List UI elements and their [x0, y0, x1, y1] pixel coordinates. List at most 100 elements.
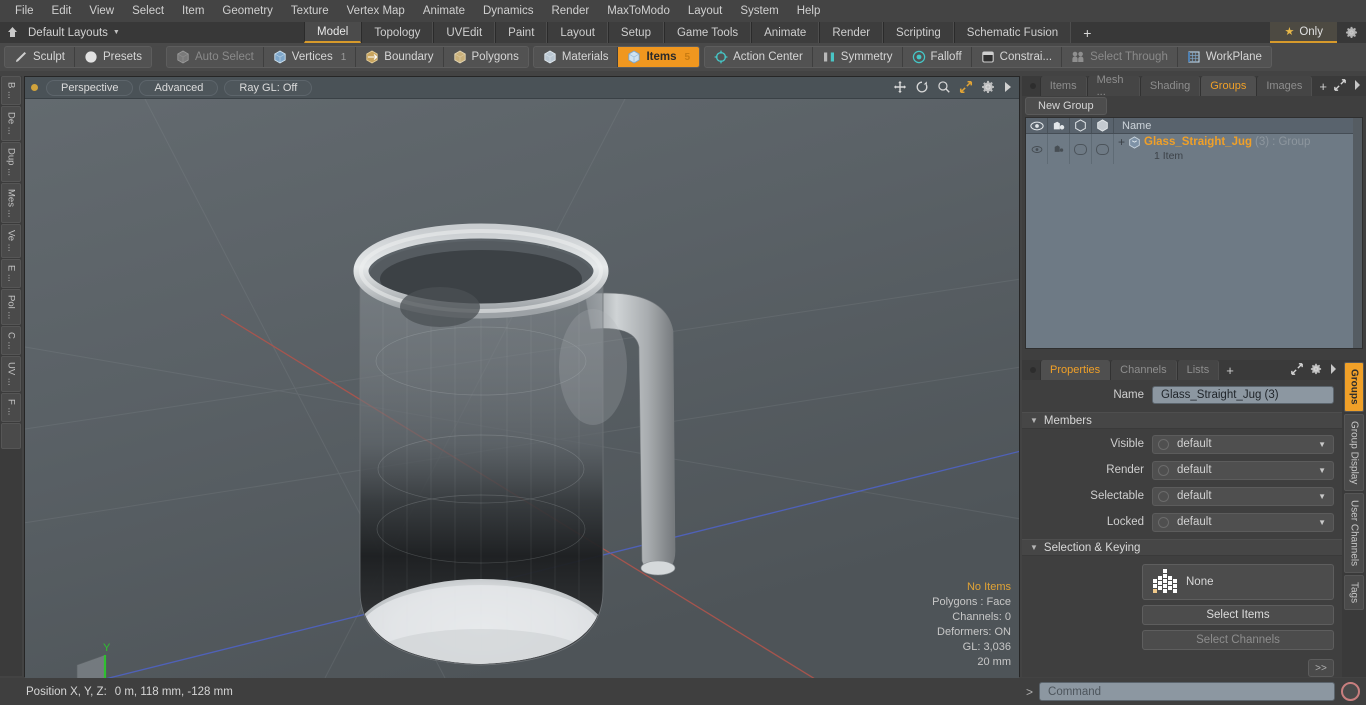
group-list[interactable]: Name + Glass_Straight_Jug (3): Group 1 …: [1025, 117, 1363, 349]
left-rail-tab-1[interactable]: De ...: [1, 105, 21, 141]
mode-button-constrai-[interactable]: Constrai...: [972, 47, 1063, 67]
select-items-button[interactable]: Select Items: [1142, 605, 1334, 625]
layout-tab-layout[interactable]: Layout: [547, 22, 608, 43]
left-rail-tab-2[interactable]: Dup ...: [1, 141, 21, 182]
menu-item-view[interactable]: View: [80, 3, 123, 19]
left-rail-tab-5[interactable]: E ...: [1, 258, 21, 288]
properties-tab-channels[interactable]: Channels: [1110, 360, 1177, 380]
menu-item-geometry[interactable]: Geometry: [213, 3, 282, 19]
mode-button-presets[interactable]: Presets: [75, 47, 151, 67]
shade-icon[interactable]: [1092, 118, 1114, 133]
member-dropdown-render[interactable]: default ▼: [1152, 460, 1334, 480]
default-layouts-dropdown[interactable]: Default Layouts ▼: [24, 22, 304, 43]
mode-button-boundary[interactable]: Boundary: [356, 47, 444, 67]
properties-tab-properties[interactable]: Properties: [1040, 360, 1111, 380]
mode-button-items[interactable]: Items 5: [618, 47, 700, 67]
menu-item-dynamics[interactable]: Dynamics: [474, 3, 542, 19]
wire-icon[interactable]: [1070, 118, 1092, 133]
mode-button-auto-select[interactable]: Auto Select: [167, 47, 264, 67]
menu-item-maxtomodo[interactable]: MaxToModo: [598, 3, 679, 19]
gear-icon[interactable]: [1337, 22, 1366, 43]
add-panel-tab-button[interactable]: +: [1312, 76, 1334, 96]
viewport-raygl-dropdown[interactable]: Ray GL: Off: [224, 79, 313, 96]
layout-tab-render[interactable]: Render: [819, 22, 884, 43]
row-render-toggle[interactable]: [1048, 134, 1070, 164]
menu-item-edit[interactable]: Edit: [43, 3, 81, 19]
layout-tab-schematic-fusion[interactable]: Schematic Fusion: [953, 22, 1072, 43]
home-icon[interactable]: [0, 22, 24, 43]
more-button[interactable]: >>: [1308, 659, 1334, 677]
viewport-shading-dropdown[interactable]: Advanced: [139, 79, 219, 96]
mode-button-vertices[interactable]: Vertices 1: [264, 47, 357, 67]
viewport-projection-dropdown[interactable]: Perspective: [46, 79, 134, 96]
left-rail-tab-4[interactable]: Ve ...: [1, 224, 21, 258]
menu-item-item[interactable]: Item: [173, 3, 213, 19]
menu-item-texture[interactable]: Texture: [282, 3, 338, 19]
mode-button-falloff[interactable]: Falloff: [903, 47, 972, 67]
selection-keying-section-header[interactable]: ▼ Selection & Keying: [1022, 539, 1342, 556]
layout-tab-topology[interactable]: Topology: [361, 22, 434, 43]
right-rail-tab-group-display[interactable]: Group Display: [1344, 413, 1364, 491]
left-rail-tab-3[interactable]: Mes ...: [1, 182, 21, 224]
selection-set-dropdown[interactable]: None: [1142, 564, 1334, 600]
left-rail-tab-7[interactable]: C ...: [1, 325, 21, 356]
mode-button-action-center[interactable]: Action Center: [705, 47, 813, 67]
panel-tab-groups[interactable]: Groups: [1200, 76, 1257, 96]
mode-button-workplane[interactable]: WorkPlane: [1178, 47, 1271, 67]
group-list-scrollbar[interactable]: [1353, 118, 1362, 348]
layout-tab-paint[interactable]: Paint: [495, 22, 548, 43]
left-rail-tab-9[interactable]: F ...: [1, 393, 21, 422]
new-group-button[interactable]: New Group: [1025, 96, 1107, 115]
row-shade-toggle[interactable]: [1092, 134, 1114, 164]
expand-icon[interactable]: [1291, 362, 1303, 378]
properties-menu-dot[interactable]: [1026, 360, 1040, 380]
left-rail-tab-6[interactable]: Pol ...: [1, 288, 21, 325]
row-eye-toggle[interactable]: [1026, 134, 1048, 164]
properties-tab-lists[interactable]: Lists: [1176, 360, 1220, 380]
layout-tab-game-tools[interactable]: Game Tools: [663, 22, 752, 43]
command-input[interactable]: Command: [1039, 682, 1335, 701]
mode-button-sculpt[interactable]: Sculpt: [5, 47, 75, 67]
panel-tab-images[interactable]: Images: [1256, 76, 1313, 96]
menu-item-animate[interactable]: Animate: [414, 3, 474, 19]
menu-item-system[interactable]: System: [731, 3, 787, 19]
play-icon[interactable]: [1003, 81, 1013, 96]
menu-item-vertex-map[interactable]: Vertex Map: [338, 3, 414, 19]
chevron-right-icon[interactable]: [1329, 363, 1337, 377]
menu-item-render[interactable]: Render: [542, 3, 598, 19]
panel-tab-shading[interactable]: Shading: [1139, 76, 1201, 96]
row-wire-toggle[interactable]: [1070, 134, 1092, 164]
layout-tab-uvedit[interactable]: UVEdit: [433, 22, 496, 43]
layout-tab-setup[interactable]: Setup: [607, 22, 664, 43]
layout-tab-scripting[interactable]: Scripting: [883, 22, 954, 43]
member-dropdown-locked[interactable]: default ▼: [1152, 512, 1334, 532]
table-row[interactable]: + Glass_Straight_Jug (3) : Group 1 Item: [1026, 134, 1362, 164]
layout-tab-animate[interactable]: Animate: [751, 22, 820, 43]
left-rail-tab-8[interactable]: UV ...: [1, 356, 21, 393]
menu-item-layout[interactable]: Layout: [679, 3, 732, 19]
left-rail-tab-0[interactable]: B ...: [1, 76, 21, 105]
add-properties-tab-button[interactable]: +: [1219, 360, 1241, 380]
only-toggle[interactable]: ★ Only: [1270, 22, 1337, 43]
expand-group-toggle[interactable]: +: [1118, 135, 1125, 149]
add-layout-tab-button[interactable]: +: [1071, 22, 1103, 43]
viewport-3d[interactable]: Perspective Advanced Ray GL: Off Y No It…: [24, 76, 1020, 678]
members-section-header[interactable]: ▼ Members: [1022, 412, 1342, 429]
move-icon[interactable]: [893, 80, 907, 97]
menu-item-select[interactable]: Select: [123, 3, 173, 19]
mode-button-materials[interactable]: Materials: [534, 47, 619, 67]
viewport-canvas[interactable]: Y X Z: [25, 99, 1019, 678]
panel-tab-items[interactable]: Items: [1039, 76, 1087, 96]
render-icon[interactable]: [1048, 118, 1070, 133]
zoom-icon[interactable]: [937, 80, 951, 97]
name-field[interactable]: Glass_Straight_Jug (3): [1152, 386, 1334, 404]
left-rail-extra-tab[interactable]: [1, 422, 21, 449]
layout-tab-model[interactable]: Model: [304, 22, 362, 43]
menu-item-file[interactable]: File: [6, 3, 43, 19]
mode-button-symmetry[interactable]: Symmetry: [813, 47, 903, 67]
mode-button-polygons[interactable]: Polygons: [444, 47, 528, 67]
eye-icon[interactable]: [1026, 118, 1048, 133]
rotate-icon[interactable]: [915, 80, 929, 97]
right-rail-tab-groups[interactable]: Groups: [1344, 362, 1364, 412]
panel-tab-mesh-[interactable]: Mesh ...: [1086, 74, 1140, 98]
